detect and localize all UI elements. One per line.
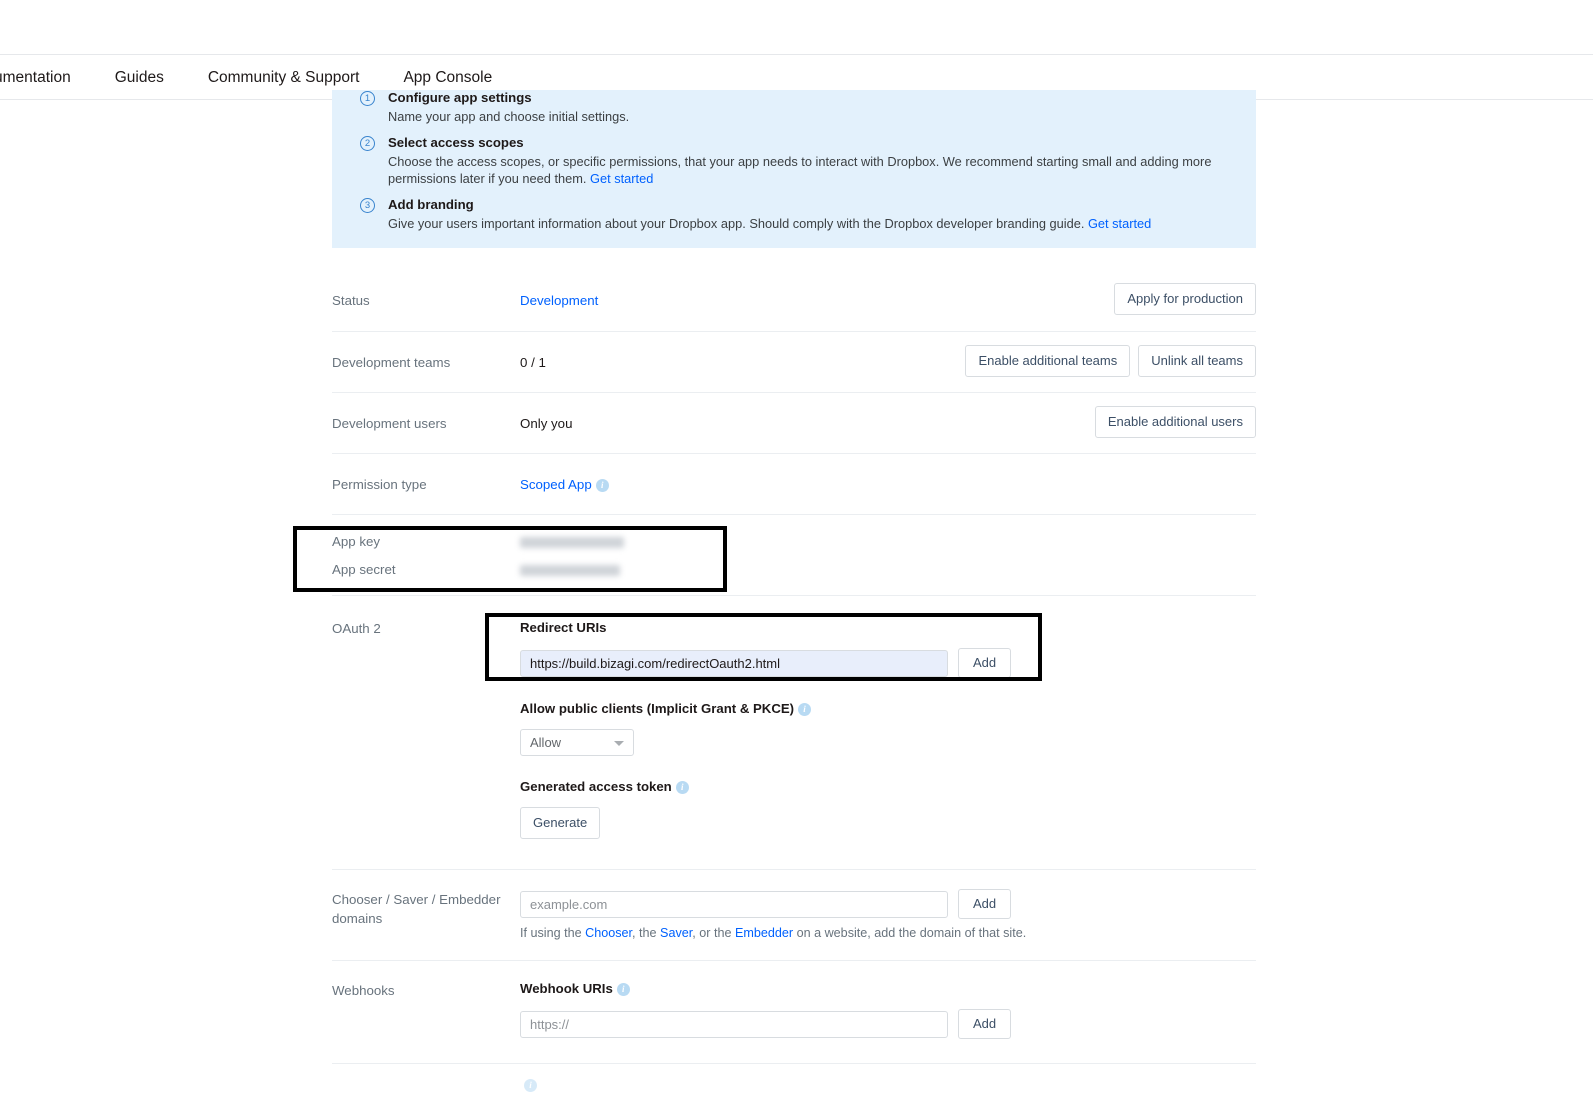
row-app-secret: App secret (332, 553, 1256, 595)
row-permission-type: Permission type Scoped App i (332, 453, 1256, 514)
generate-token-field-row: Generate (520, 807, 1256, 839)
step-configure-app-settings: 1 Configure app settings Name your app a… (350, 90, 1238, 125)
info-icon-webhooks[interactable]: i (616, 983, 630, 996)
step-desc-3: Give your users important information ab… (388, 215, 1238, 232)
webhook-uris-label: Webhook URIs i (520, 980, 1256, 997)
onboarding-steps-panel: 1 Configure app settings Name your app a… (332, 90, 1256, 248)
row-label-app-secret: App secret (332, 562, 396, 577)
row-value-app-key (520, 531, 1256, 551)
scoped-app-link[interactable]: Scoped App (520, 477, 592, 492)
step-2-get-started-link[interactable]: Get started (590, 171, 653, 186)
chooser-hint-mid1: , the (632, 926, 661, 940)
step-desc-2: Choose the access scopes, or specific pe… (388, 153, 1238, 187)
allow-public-clients-select[interactable]: Allow (520, 729, 634, 756)
saver-link[interactable]: Saver (660, 926, 692, 940)
row-webhooks: Webhooks Webhook URIsi Add (332, 960, 1256, 1063)
row-label-oauth2: OAuth 2 (332, 621, 381, 636)
info-icon-public-clients[interactable]: i (798, 703, 812, 716)
redirect-uri-field-row: Add (520, 648, 1256, 678)
step-add-branding: 3 Add branding Give your users important… (350, 197, 1238, 232)
status-development-link[interactable]: Development (520, 293, 598, 308)
info-icon-permission-type[interactable]: i (595, 479, 609, 492)
apply-for-production-button[interactable]: Apply for production (1114, 283, 1256, 315)
app-secret-redacted-value (520, 564, 620, 576)
row-value-permission-type: Scoped App i (520, 474, 1256, 496)
row-value-next-section-clipped: i (520, 1074, 1256, 1094)
page-body: 1 Configure app settings Name your app a… (0, 90, 1593, 1092)
app-settings-content: 1 Configure app settings Name your app a… (332, 90, 1256, 1094)
row-status: Status Development Apply for production (332, 270, 1256, 331)
row-label-permission-type: Permission type (332, 477, 427, 492)
row-actions-status: Apply for production (1114, 283, 1256, 315)
webhook-uri-add-button[interactable]: Add (958, 1009, 1012, 1039)
spacer-oauth-1 (520, 678, 1256, 700)
redirect-uri-input[interactable] (520, 649, 948, 677)
step-desc-1: Name your app and choose initial setting… (388, 109, 630, 124)
step-desc-2-text: Choose the access scopes, or specific pe… (388, 154, 1212, 186)
row-value-chooser-saver-embedder: Add If using the Chooser, the Saver, or … (520, 889, 1256, 942)
step-number-1: 1 (360, 91, 375, 106)
step-3-get-started-link[interactable]: Get started (1088, 216, 1151, 231)
chooser-domain-input[interactable] (520, 890, 948, 918)
unlink-all-teams-button[interactable]: Unlink all teams (1138, 345, 1256, 377)
enable-additional-teams-button[interactable]: Enable additional teams (965, 345, 1131, 377)
spacer-after-panel (332, 248, 1256, 270)
step-number-3: 3 (360, 198, 375, 213)
allow-public-clients-field-row: Allow (520, 729, 1256, 756)
info-icon-access-token[interactable]: i (675, 781, 689, 794)
enable-additional-users-button[interactable]: Enable additional users (1094, 406, 1256, 438)
step-desc-3-text: Give your users important information ab… (388, 216, 1085, 231)
chooser-domain-hint: If using the Chooser, the Saver, or the … (520, 925, 1256, 942)
row-value-oauth2: Redirect URIs Add Allow public clients (… (520, 618, 1256, 839)
row-value-webhooks: Webhook URIsi Add (520, 980, 1256, 1039)
nav-guides[interactable]: Guides (93, 55, 186, 100)
step-select-access-scopes: 2 Select access scopes Choose the access… (350, 135, 1238, 187)
chooser-domain-add-button[interactable]: Add (958, 889, 1012, 919)
generated-access-token-label: Generated access token i (520, 778, 1256, 795)
top-bar: x (0, 0, 1593, 55)
chevron-down-icon (614, 741, 624, 746)
generate-token-button[interactable]: Generate (520, 807, 601, 839)
webhook-uri-input[interactable] (520, 1010, 948, 1038)
row-development-teams: Development teams 0 / 1 Enable additiona… (332, 331, 1256, 392)
row-chooser-saver-embedder: Chooser / Saver / Embedder domains Add I… (332, 869, 1256, 960)
row-label-next-section-clipped (332, 1074, 520, 1094)
allow-public-clients-label: Allow public clients (Implicit Grant & P… (520, 700, 1256, 717)
webhook-uri-field-row: Add (520, 1009, 1256, 1039)
chooser-hint-mid2: , or the (692, 926, 735, 940)
step-number-2: 2 (360, 136, 375, 151)
row-app-key: App key (332, 514, 1256, 553)
row-oauth2: OAuth 2 Redirect URIs Add Allow public c… (332, 595, 1256, 869)
chooser-hint-suffix: on a website, add the domain of that sit… (793, 926, 1027, 940)
redirect-uri-add-button[interactable]: Add (958, 648, 1012, 678)
spacer-oauth-2 (520, 756, 1256, 778)
step-title-1: Configure app settings (388, 90, 532, 105)
row-label-development-users: Development users (332, 416, 447, 431)
row-label-development-teams: Development teams (332, 355, 451, 370)
redirect-uris-label: Redirect URIs (520, 620, 607, 635)
chooser-hint-prefix: If using the (520, 926, 586, 940)
row-label-webhooks: Webhooks (332, 983, 395, 998)
row-next-section-clipped: i (332, 1063, 1256, 1094)
row-development-users: Development users Only you Enable additi… (332, 392, 1256, 453)
step-title-2: Select access scopes (388, 135, 524, 150)
row-label-chooser-saver-embedder: Chooser / Saver / Embedder domains (332, 892, 501, 926)
info-icon-next-section-clipped[interactable]: i (524, 1079, 537, 1092)
nav-documentation[interactable]: umentation (0, 55, 93, 100)
chooser-link[interactable]: Chooser (585, 926, 632, 940)
row-label-status: Status (332, 293, 370, 308)
chooser-domain-field-row: Add (520, 889, 1256, 919)
row-actions-development-users: Enable additional users (1094, 406, 1256, 438)
embedder-link[interactable]: Embedder (735, 926, 793, 940)
row-value-app-secret (520, 559, 1256, 579)
allow-public-clients-label-text: Allow public clients (Implicit Grant & P… (520, 701, 795, 716)
webhook-uris-label-text: Webhook URIs (520, 981, 613, 996)
step-title-3: Add branding (388, 197, 474, 212)
app-key-redacted-value (520, 536, 624, 548)
row-actions-development-teams: Enable additional teams Unlink all teams (965, 345, 1256, 377)
allow-public-clients-selected-value: Allow (530, 735, 562, 750)
row-label-app-key: App key (332, 534, 381, 549)
generated-access-token-label-text: Generated access token (520, 779, 672, 794)
